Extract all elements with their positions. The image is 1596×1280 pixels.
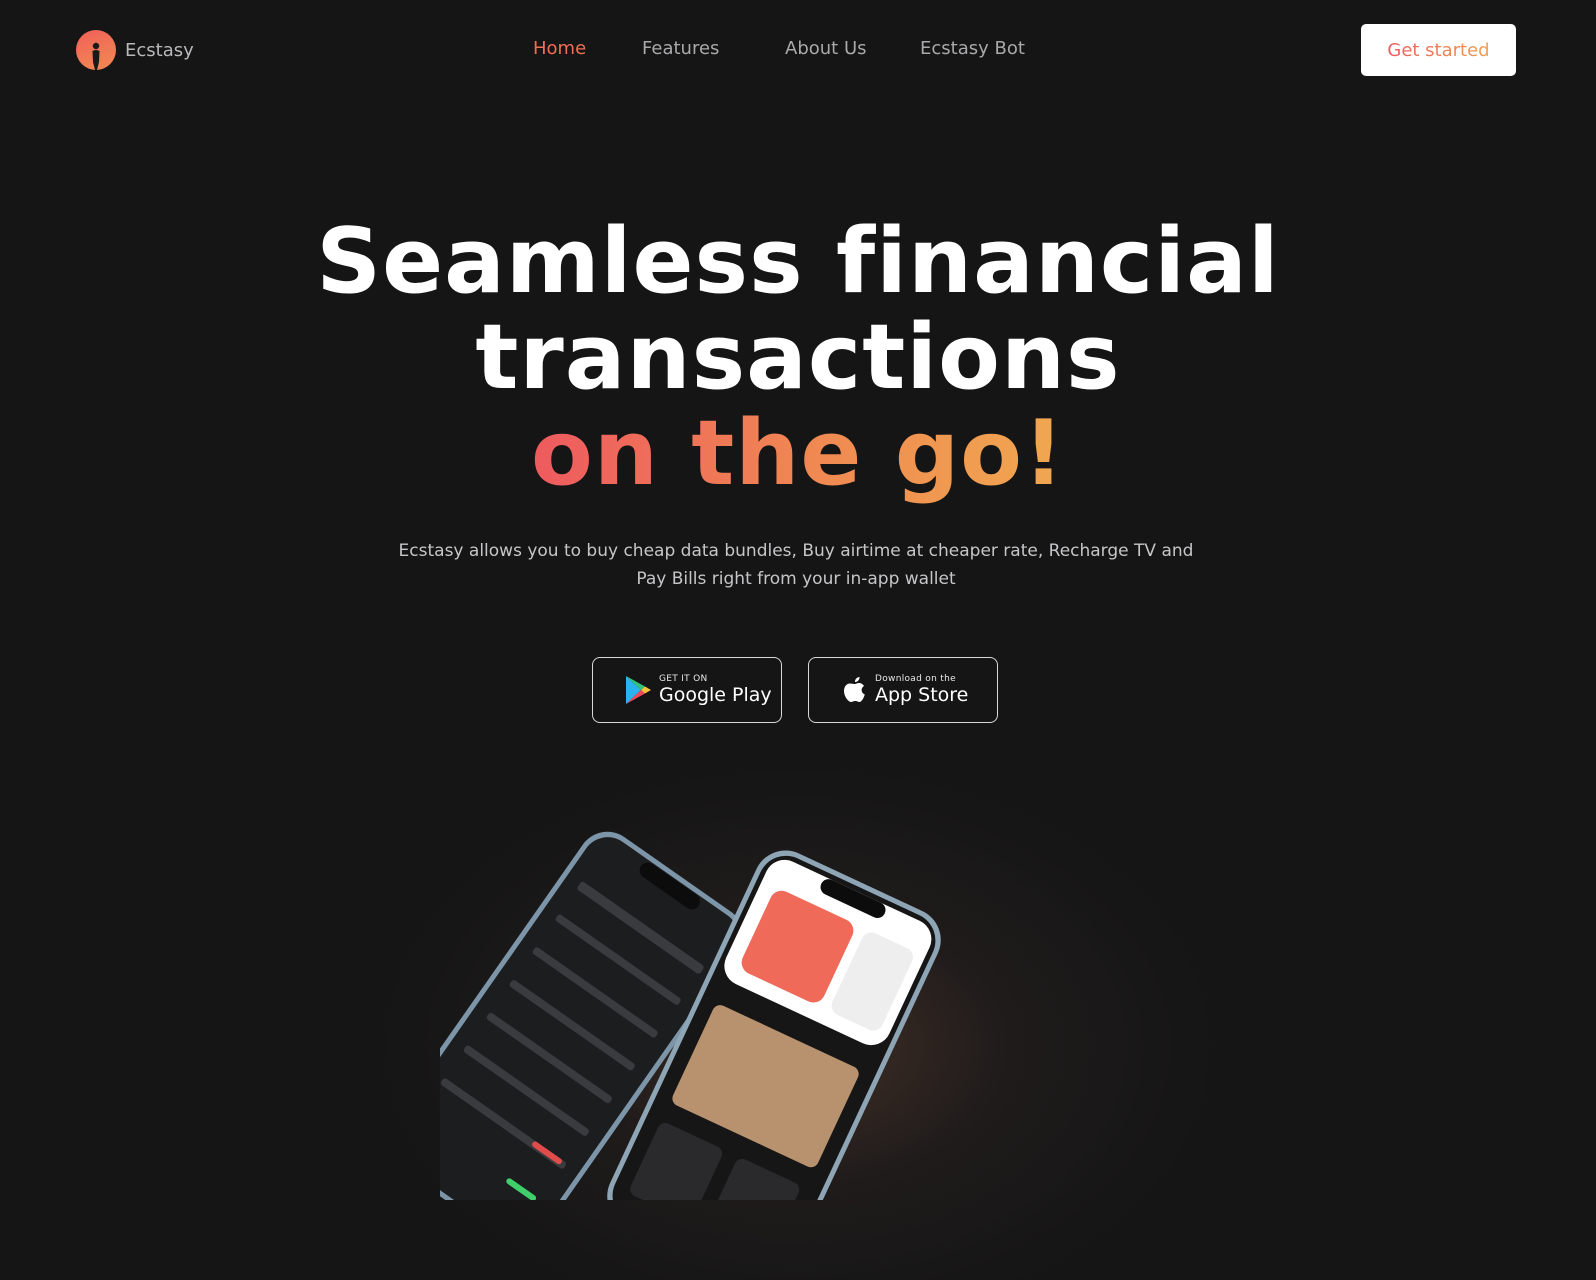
hero-title-line1: Seamless financial (316, 209, 1280, 314)
app-store-small-text: Download on the (875, 674, 956, 684)
hero-title-line2: transactions (475, 305, 1121, 410)
hero-subtitle: Ecstasy allows you to buy cheap data bun… (398, 541, 1194, 589)
brand-logo[interactable]: Ecstasy (76, 30, 194, 70)
google-play-icon (626, 676, 651, 704)
nav-ecstasy-bot[interactable]: Ecstasy Bot (920, 38, 1025, 59)
apple-icon (844, 677, 865, 702)
get-started-button[interactable]: Get started (1361, 24, 1516, 76)
top-navbar: Ecstasy Home Features About Us Ecstasy B… (0, 0, 1596, 100)
nav-features[interactable]: Features (642, 38, 719, 59)
nav-about-us[interactable]: About Us (785, 38, 867, 59)
hero-title-highlight: on the go! (530, 401, 1065, 506)
logo-mark-icon (76, 30, 116, 70)
google-play-big-text: Google Play (659, 684, 772, 706)
google-play-button[interactable]: GET IT ON Google Play (592, 657, 782, 723)
google-play-small-text: GET IT ON (659, 674, 708, 684)
nav-home[interactable]: Home (533, 38, 586, 59)
brand-name: Ecstasy (125, 39, 194, 61)
app-store-big-text: App Store (875, 684, 969, 706)
get-started-label: Get started (1387, 39, 1490, 61)
app-store-button[interactable]: Download on the App Store (808, 657, 998, 723)
phones-mockup-image (440, 831, 941, 1200)
hero-title: Seamless financial transactions on the g… (0, 214, 1596, 502)
